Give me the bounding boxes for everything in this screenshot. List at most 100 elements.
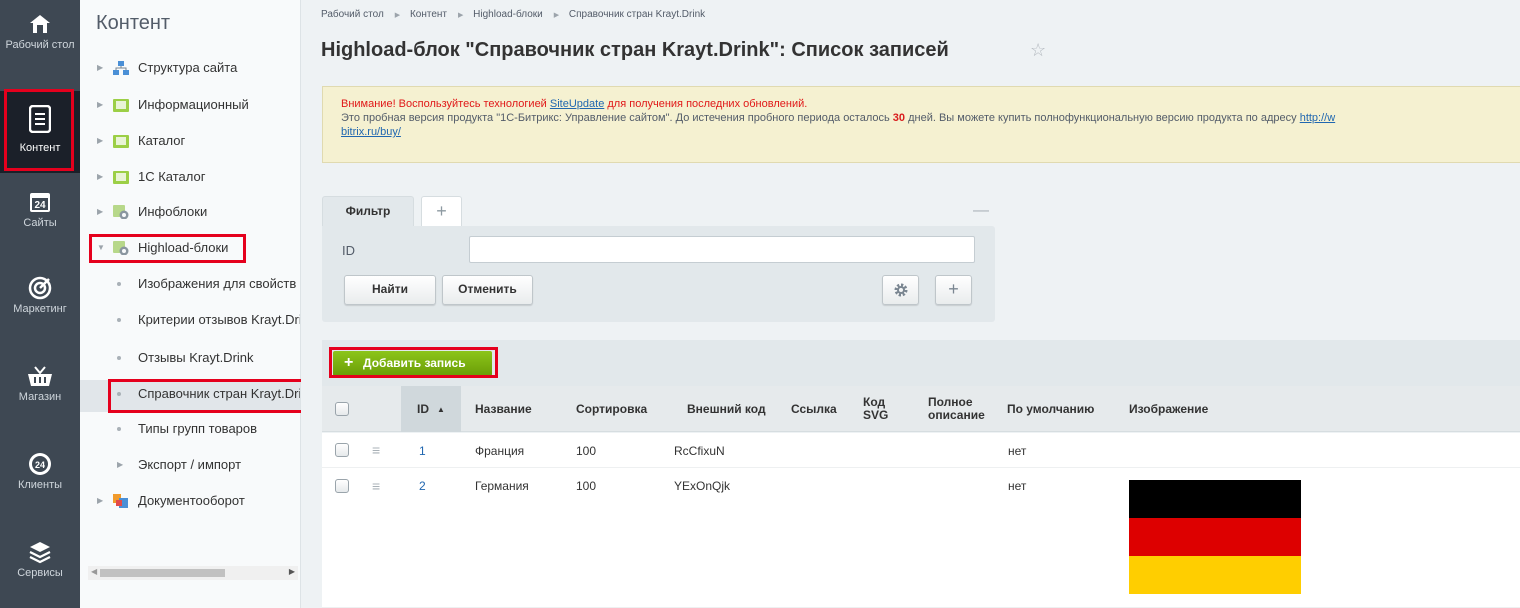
bullet-icon: [117, 356, 121, 360]
tree-title: Контент: [96, 12, 171, 34]
tree-item-countries[interactable]: Справочник стран Krayt.Drink: [80, 380, 300, 412]
tree-item-label: Отзывы Krayt.Drink: [138, 350, 254, 365]
add-filter-tab-button[interactable]: +: [421, 196, 462, 227]
column-header-svg-code[interactable]: Код SVG: [863, 386, 903, 432]
menu-item-desktop[interactable]: Рабочий стол: [0, 12, 80, 74]
menu-item-label: Клиенты: [17, 479, 63, 491]
expand-arrow-icon[interactable]: ▶: [117, 453, 123, 477]
tree-item-label: Highload-блоки: [138, 240, 229, 255]
scroll-right-icon[interactable]: ▶: [289, 567, 295, 576]
column-header-link[interactable]: Ссылка: [791, 386, 837, 432]
breadcrumb-item[interactable]: Рабочий стол: [321, 9, 384, 20]
select-all-checkbox[interactable]: [335, 402, 349, 416]
expand-arrow-icon[interactable]: ▶: [97, 56, 103, 80]
column-header-full-description[interactable]: Полное описание: [928, 386, 998, 432]
menu-item-shop[interactable]: Магазин: [0, 364, 80, 414]
column-header-sort[interactable]: Сортировка: [576, 386, 647, 432]
add-filter-field-button[interactable]: +: [935, 275, 972, 305]
breadcrumb: Рабочий стол ▶ Контент ▶ Highload-блоки ▶ С…: [321, 9, 709, 20]
tree-item-catalog[interactable]: ▶ Каталог: [80, 129, 300, 153]
expand-arrow-icon[interactable]: ▶: [97, 165, 103, 189]
row-id-link[interactable]: 1: [419, 444, 426, 458]
column-header-image[interactable]: Изображение: [1129, 386, 1208, 432]
row-checkbox[interactable]: [335, 479, 349, 493]
layers-icon: [29, 542, 51, 564]
scrollbar-thumb[interactable]: [100, 569, 225, 577]
row-menu-icon[interactable]: ≡: [372, 479, 380, 493]
table-row[interactable]: ≡ 1 Франция 100 RcCfixuN нет: [322, 433, 1520, 468]
breadcrumb-item[interactable]: Справочник стран Krayt.Drink: [569, 9, 705, 20]
breadcrumb-item[interactable]: Highload-блоки: [473, 9, 543, 20]
bullet-icon: [117, 427, 121, 431]
buy-url-link[interactable]: bitrix.ru/buy/: [341, 126, 401, 138]
svg-text:24: 24: [34, 200, 46, 211]
tree-item-site-structure[interactable]: ▶ Структура сайта: [80, 56, 300, 80]
tree-horizontal-scrollbar[interactable]: ◀ ▶: [88, 566, 298, 580]
tree-item-export-import[interactable]: ▶ Экспорт / импорт: [80, 453, 300, 477]
siteupdate-link[interactable]: SiteUpdate: [550, 98, 604, 110]
home-icon: [30, 15, 50, 33]
filter-id-label: ID: [342, 243, 355, 258]
row-menu-icon[interactable]: ≡: [372, 443, 380, 457]
tree-item-1c-catalog[interactable]: ▶ 1С Каталог: [80, 165, 300, 189]
expand-arrow-icon[interactable]: ▶: [97, 489, 103, 513]
menu-item-label: Рабочий стол: [5, 39, 75, 51]
table-row[interactable]: ≡ 2 Германия 100 YExOnQjk нет: [322, 468, 1520, 608]
expand-arrow-icon[interactable]: ▶: [97, 93, 103, 117]
collapse-arrow-icon[interactable]: ▼: [97, 236, 105, 260]
grid-toolbar: + Добавить запись: [322, 340, 1520, 386]
folder-icon: [113, 135, 129, 148]
folder-icon: [113, 99, 129, 112]
tree-item-reviews[interactable]: Отзывы Krayt.Drink: [80, 346, 300, 370]
tree-item-label: Изображения для свойств: [138, 276, 297, 291]
minimize-filter-icon[interactable]: —: [973, 202, 989, 220]
content-tree-panel: Контент ▶ Структура сайта ▶ Информационн…: [80, 0, 301, 608]
expand-arrow-icon[interactable]: ▶: [97, 129, 103, 153]
clients-24-icon: 24: [29, 453, 51, 475]
calendar-24-icon: 24: [30, 193, 50, 212]
tree-item-highload-blocks[interactable]: ▼ Highload-блоки: [80, 236, 300, 260]
sort-asc-icon: ▲: [437, 404, 445, 414]
menu-item-marketing[interactable]: Маркетинг: [0, 276, 80, 326]
column-header-default[interactable]: По умолчанию: [1007, 386, 1097, 432]
tree-item-label: Инфоблоки: [138, 204, 208, 219]
tree-item-informational[interactable]: ▶ Информационный: [80, 93, 300, 117]
svg-text:24: 24: [35, 460, 45, 470]
tree-item-document-flow[interactable]: ▶ Документооборот: [80, 489, 300, 513]
menu-item-sites[interactable]: 24 Сайты: [0, 190, 80, 240]
column-header-xml-id[interactable]: Внешний код: [687, 386, 767, 432]
tree-item-label: Документооборот: [138, 493, 245, 508]
menu-item-label: Сайты: [23, 217, 57, 229]
cancel-button[interactable]: Отменить: [442, 275, 533, 305]
find-button[interactable]: Найти: [344, 275, 436, 305]
notice-text: дней. Вы можете купить полнофункциональн…: [905, 112, 1300, 124]
expand-arrow-icon[interactable]: ▶: [97, 200, 103, 224]
buy-url-link[interactable]: http://w: [1300, 112, 1335, 124]
tree-item-product-group-types[interactable]: Типы групп товаров: [80, 417, 300, 441]
scroll-left-icon[interactable]: ◀: [91, 567, 97, 576]
breadcrumb-item[interactable]: Контент: [410, 9, 447, 20]
favorite-star-icon[interactable]: ☆: [1030, 40, 1046, 61]
column-header-id[interactable]: ID ▲: [401, 386, 461, 432]
menu-item-clients[interactable]: 24 Клиенты: [0, 452, 80, 502]
filter-id-input[interactable]: [469, 236, 975, 263]
breadcrumb-separator-icon: ▶: [553, 12, 560, 19]
notice-warning-text: для получения последних обновлений.: [604, 98, 808, 110]
flag-stripe-gold: [1129, 556, 1301, 594]
tree-item-infoblocks[interactable]: ▶ Инфоблоки: [80, 200, 300, 224]
breadcrumb-separator-icon: ▶: [458, 12, 464, 19]
column-header-name[interactable]: Название: [475, 386, 532, 432]
trial-notice: Внимание! Воспользуйтесь технологией Sit…: [322, 86, 1520, 163]
add-record-button[interactable]: + Добавить запись: [333, 351, 492, 376]
tree-item-property-images[interactable]: Изображения для свойств: [80, 272, 300, 296]
menu-item-content[interactable]: Контент: [0, 91, 80, 173]
tree-item-label: Типы групп товаров: [138, 421, 258, 436]
row-id-link[interactable]: 2: [419, 479, 426, 493]
menu-item-services[interactable]: Сервисы: [0, 540, 80, 590]
tab-filter[interactable]: Фильтр: [322, 196, 414, 227]
filter-settings-button[interactable]: [882, 275, 919, 305]
tree-item-review-criteria[interactable]: Критерии отзывов Krayt.Drink: [80, 308, 300, 332]
row-checkbox[interactable]: [335, 443, 349, 457]
add-record-label: Добавить запись: [363, 356, 466, 370]
row-sort: 100: [576, 479, 597, 493]
